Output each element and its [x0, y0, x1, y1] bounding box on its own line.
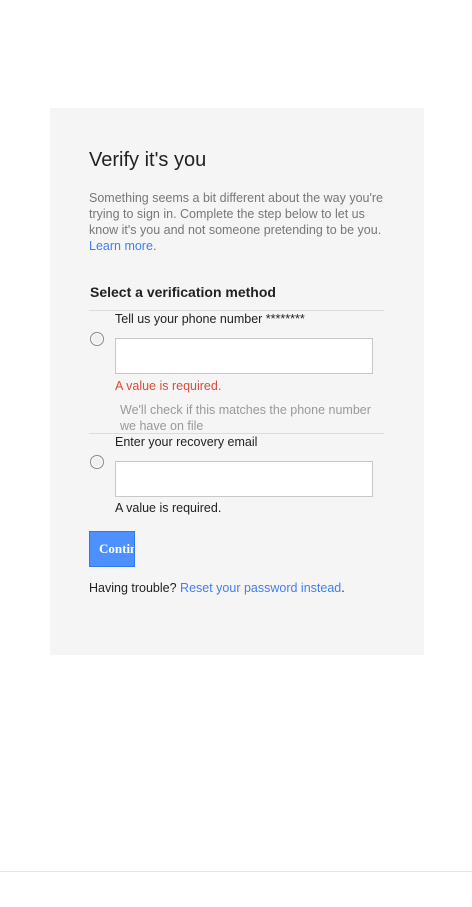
email-option-label: Enter your recovery email [115, 435, 258, 449]
reset-password-link[interactable]: Reset your password instead [180, 581, 341, 595]
phone-number-input[interactable] [115, 338, 373, 374]
trouble-prefix: Having trouble? [89, 581, 177, 595]
learn-more-link[interactable]: Learn more [89, 239, 153, 253]
email-option-radio[interactable] [90, 455, 104, 469]
phone-hint-text: We'll check if this matches the phone nu… [120, 403, 371, 433]
intro-text: Something seems a bit different about th… [89, 191, 383, 253]
section-heading: Select a verification method [90, 284, 276, 300]
footer-divider [0, 871, 472, 872]
continue-button[interactable]: Continue [89, 531, 135, 567]
verification-card: Verify it's you Something seems a bit di… [50, 108, 424, 655]
phone-option-label: Tell us your phone number ******** [115, 312, 305, 326]
page-title: Verify it's you [89, 149, 207, 171]
recovery-email-input[interactable] [115, 461, 373, 497]
intro-body: Something seems a bit different about th… [89, 191, 383, 237]
email-error-message: A value is required. [115, 501, 222, 515]
phone-error-message: A value is required. [115, 379, 222, 393]
trouble-text: Having trouble? Reset your password inst… [89, 581, 345, 595]
phone-option-radio[interactable] [90, 332, 104, 346]
